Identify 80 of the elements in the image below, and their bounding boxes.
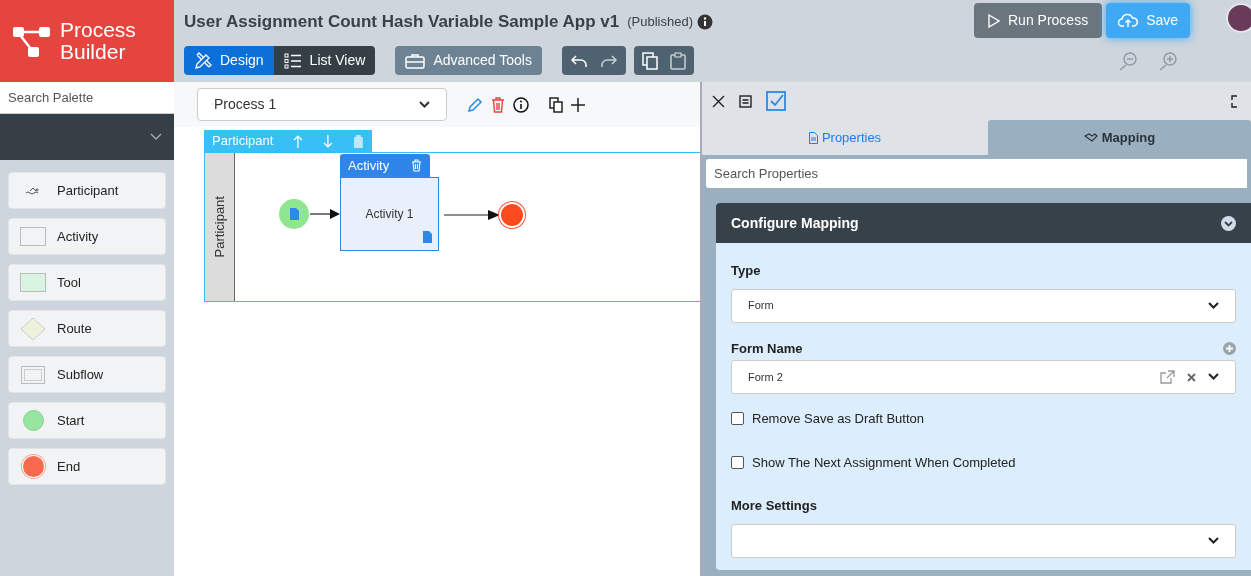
checkbox[interactable]: [731, 455, 744, 469]
activity-label: Activity 1: [365, 206, 414, 223]
palette-item[interactable]: Tool: [8, 264, 166, 301]
search-field[interactable]: Search Properties: [706, 159, 1247, 188]
tool-shape-icon: [20, 273, 46, 292]
document-icon: [289, 208, 299, 220]
play-icon: [988, 13, 1000, 28]
arrow-connector: [444, 209, 500, 221]
add-circle-icon[interactable]: [1223, 341, 1236, 355]
palette-item[interactable]: Activity: [8, 218, 166, 255]
field-label: More Settings: [731, 497, 818, 515]
activity-shape-icon: [20, 227, 46, 246]
external-link-icon[interactable]: [1160, 370, 1175, 384]
checkbox[interactable]: [731, 412, 744, 426]
chevron-down-icon: [150, 133, 162, 141]
cloud-upload-icon: [1118, 12, 1139, 29]
chevron-down-icon: [1208, 373, 1219, 381]
chevron-down-icon: [1208, 536, 1219, 545]
search-field[interactable]: Search Palette: [0, 82, 174, 114]
lane-label: Participant: [210, 196, 228, 258]
toolbox-icon: [405, 52, 426, 69]
advanced-tools-button[interactable]: Advanced Tools: [395, 46, 542, 75]
chevron-down-icon: [419, 100, 430, 109]
info-icon[interactable]: [696, 13, 713, 30]
panel-tab[interactable]: Mapping: [988, 120, 1251, 155]
undo-icon[interactable]: [569, 53, 588, 68]
checkbox-icon[interactable]: [766, 91, 786, 111]
trash-icon[interactable]: [411, 159, 422, 172]
clear-icon[interactable]: [1187, 372, 1196, 382]
edit-icon[interactable]: [467, 96, 483, 113]
checkbox-label: Show The Next Assignment When Completed: [752, 453, 1016, 472]
paste-icon[interactable]: [669, 51, 686, 70]
activity-node[interactable]: Activity 1: [340, 177, 439, 251]
process-select[interactable]: Process 1: [197, 88, 447, 121]
close-icon[interactable]: [712, 94, 725, 108]
arrow-down-icon[interactable]: [323, 134, 334, 148]
logo-text: Process Builder: [60, 19, 137, 63]
end-event[interactable]: [499, 202, 525, 228]
participant-title: Participant: [212, 132, 274, 151]
info-icon[interactable]: [513, 96, 529, 113]
subflow-shape-icon: [21, 365, 45, 384]
checkbox-label: Remove Save as Draft Button: [752, 410, 924, 428]
chevron-down-icon: [1208, 301, 1219, 310]
add-icon[interactable]: [571, 97, 585, 112]
activity-title: Activity: [348, 156, 390, 175]
view-tab[interactable]: List View: [273, 46, 376, 75]
swimmer-icon: [25, 185, 41, 196]
section-title: Configure Mapping: [731, 213, 859, 233]
section-header[interactable]: Configure Mapping: [716, 203, 1251, 243]
diamond-icon: [20, 316, 46, 341]
pencil-ruler-icon: [194, 51, 212, 70]
arrow-up-icon[interactable]: [293, 134, 304, 148]
run-process-button[interactable]: Run Process: [974, 3, 1103, 38]
document-icon: [808, 131, 818, 144]
view-tab[interactable]: Design: [184, 46, 274, 75]
palette-item[interactable]: Route: [8, 310, 166, 347]
field-label: Form Name: [731, 339, 803, 358]
list-icon: [283, 52, 302, 69]
field-label: Type: [731, 262, 762, 280]
delete-icon[interactable]: [491, 96, 505, 113]
arrow-connector: [310, 208, 340, 220]
palette-item[interactable]: End: [8, 448, 166, 485]
palette-item[interactable]: Start: [8, 402, 166, 439]
chevron-circle-icon: [1221, 215, 1236, 231]
palette-item[interactable]: Subflow: [8, 356, 166, 393]
zoom-in-icon[interactable]: [1158, 51, 1178, 71]
panel-icon[interactable]: [739, 94, 752, 108]
activity-header[interactable]: Activity: [340, 154, 430, 177]
document-icon: [423, 231, 432, 243]
form-select[interactable]: Form 2: [731, 360, 1236, 394]
type-select[interactable]: Form: [731, 288, 1236, 323]
zoom-out-icon[interactable]: [1118, 51, 1138, 71]
publish-status: (Published): [627, 13, 693, 31]
palette-item[interactable]: Participant: [8, 172, 166, 209]
copy-icon[interactable]: [641, 51, 658, 70]
user-avatar[interactable]: [1226, 3, 1251, 33]
copy-icon[interactable]: [549, 96, 563, 113]
resize-handle[interactable]: [700, 82, 702, 576]
redo-icon[interactable]: [599, 53, 618, 68]
app-title: User Assignment Count Hash Variable Sample App v1: [184, 11, 620, 33]
